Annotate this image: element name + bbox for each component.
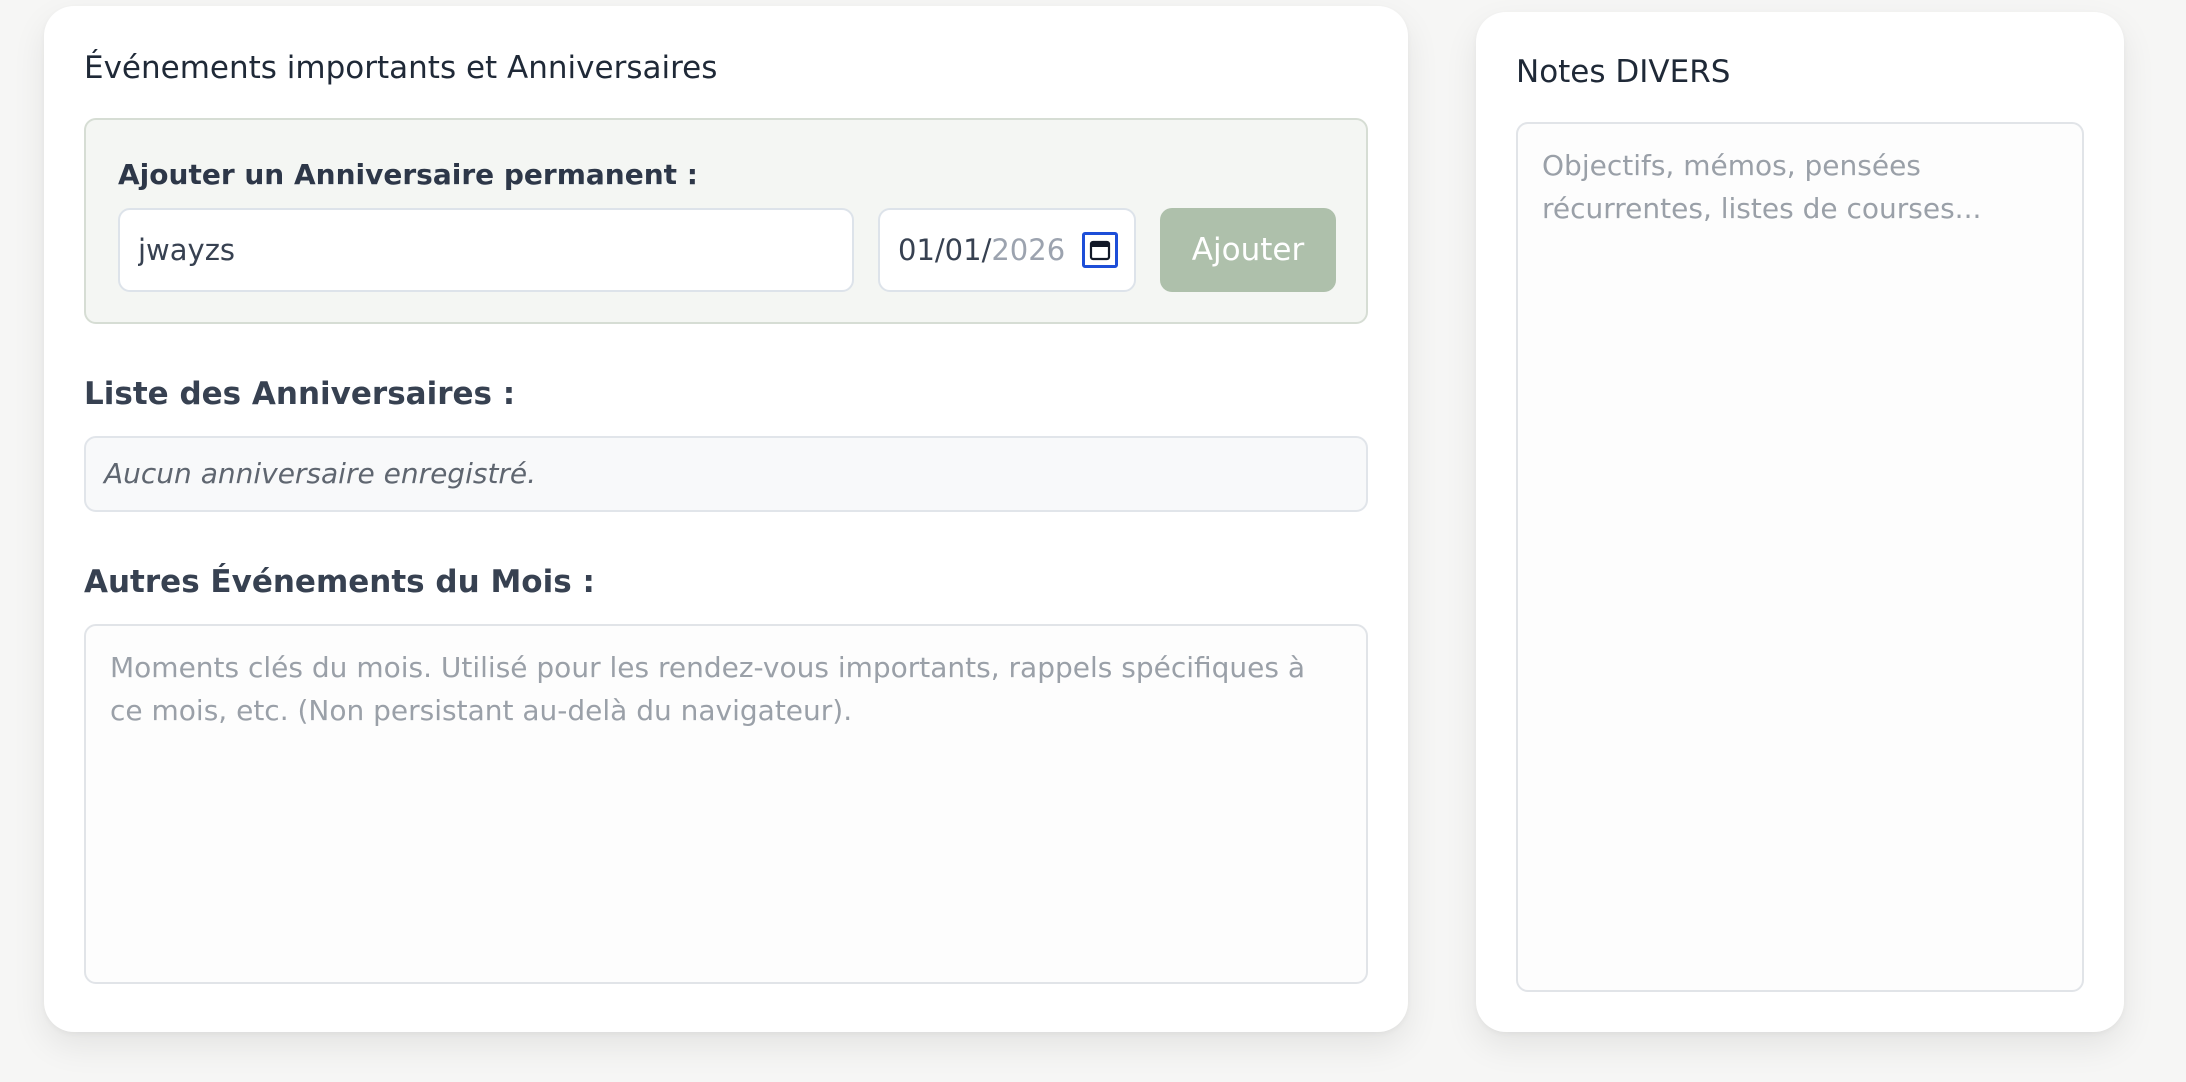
anniversary-name-input[interactable]	[118, 208, 854, 292]
date-day-month: 01/01/	[898, 233, 992, 267]
events-card: Événements importants et Anniversaires A…	[44, 6, 1408, 1032]
add-anniversary-panel: Ajouter un Anniversaire permanent : 01/0…	[84, 118, 1368, 324]
add-anniversary-label: Ajouter un Anniversaire permanent :	[118, 158, 698, 191]
notes-card-title: Notes DIVERS	[1516, 54, 1731, 90]
events-card-title: Événements importants et Anniversaires	[84, 50, 718, 86]
other-events-heading: Autres Événements du Mois :	[84, 564, 595, 600]
other-events-textarea[interactable]	[84, 624, 1368, 984]
notes-textarea[interactable]	[1516, 122, 2084, 992]
calendar-icon[interactable]	[1082, 232, 1118, 268]
anniversary-date-input[interactable]: 01/01/2026	[878, 208, 1136, 292]
date-year: 2026	[991, 233, 1066, 267]
notes-card: Notes DIVERS	[1476, 12, 2124, 1032]
add-anniversary-button[interactable]: Ajouter	[1160, 208, 1336, 292]
anniversary-list-heading: Liste des Anniversaires :	[84, 376, 516, 412]
anniversary-list-empty: Aucun anniversaire enregistré.	[84, 436, 1368, 512]
date-value: 01/01/2026	[898, 210, 1065, 290]
